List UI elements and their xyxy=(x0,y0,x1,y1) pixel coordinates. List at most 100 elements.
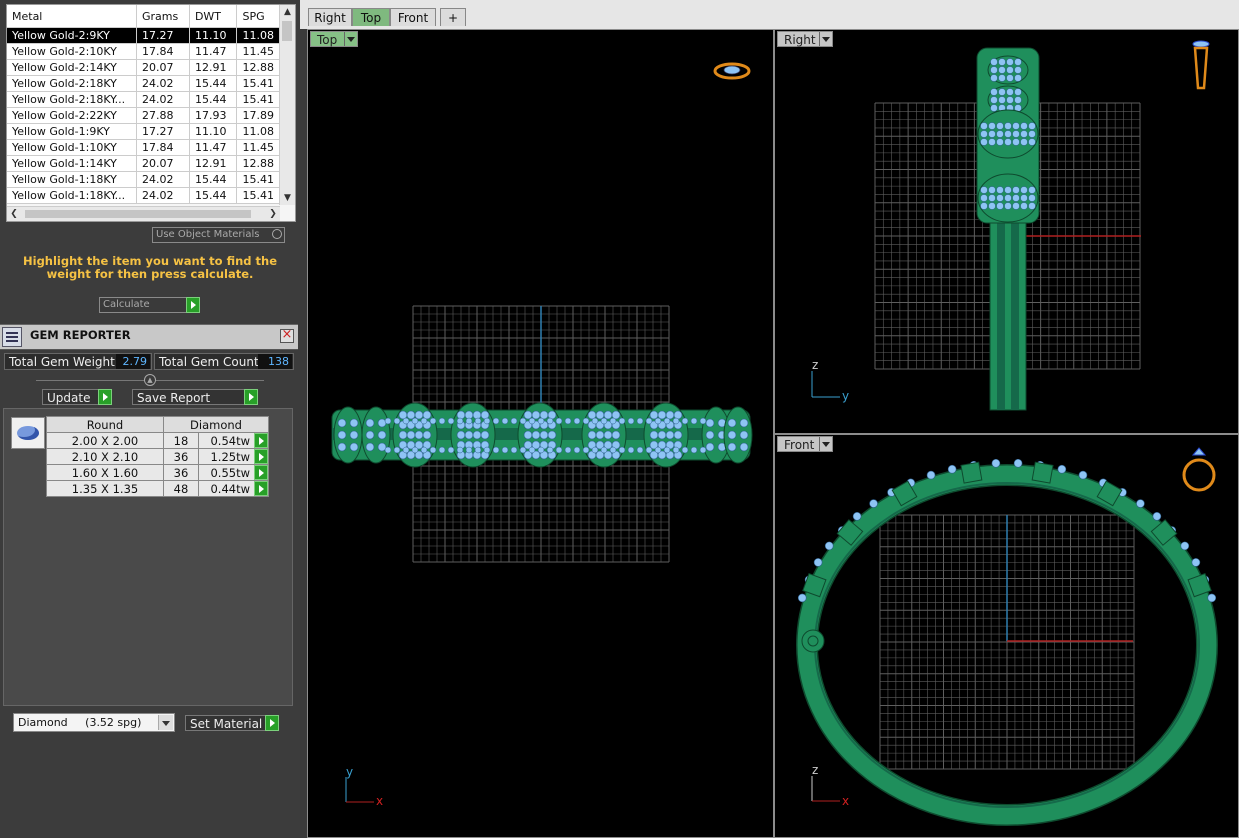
gem-weight-cell[interactable]: 0.55tw xyxy=(198,464,269,481)
horizontal-scrollbar[interactable]: ❮ ❯ xyxy=(7,206,280,221)
hscroll-thumb[interactable] xyxy=(25,210,251,218)
slider-handle[interactable]: ▲ xyxy=(144,374,156,386)
chevron-down-icon[interactable] xyxy=(344,32,357,46)
chevron-down-icon[interactable] xyxy=(158,715,173,730)
table-row[interactable]: Yellow Gold-2:10KY 17.84 11.47 11.45 xyxy=(7,43,280,60)
grams-cell: 17.84 xyxy=(136,139,190,156)
table-row[interactable]: Yellow Gold-2:22KY 27.88 17.93 17.89 xyxy=(7,107,280,124)
col-dwt[interactable]: DWT xyxy=(189,5,238,28)
front-view-canvas: z x xyxy=(796,447,1218,826)
metal-name-cell: Yellow Gold-1:14KY xyxy=(7,155,137,172)
gem-weight-cell[interactable]: 1.25tw xyxy=(198,448,269,465)
scroll-right-icon[interactable]: ❯ xyxy=(266,207,280,221)
report-icon xyxy=(2,327,22,347)
grams-cell: 24.02 xyxy=(136,187,190,204)
material-select-value: Diamond (3.52 spg) xyxy=(18,716,142,729)
total-gem-weight-value: 2.79 xyxy=(116,354,150,369)
play-arrow-icon[interactable] xyxy=(254,433,268,448)
save-report-label: Save Report xyxy=(137,391,211,405)
scroll-thumb[interactable] xyxy=(282,21,292,41)
grams-cell: 20.07 xyxy=(136,155,190,172)
gem-row[interactable]: 1.60 X 1.60 36 0.55tw xyxy=(46,464,269,481)
viewport-right[interactable]: z y Right xyxy=(774,29,1239,434)
metal-weight-table[interactable]: Metal Grams DWT SPG Yellow Gold-2:9KY 17.… xyxy=(6,4,296,222)
total-gem-count-label: Total Gem Count xyxy=(159,355,259,369)
axis-indicator xyxy=(811,371,840,398)
gem-row[interactable]: 2.00 X 2.00 18 0.54tw xyxy=(46,432,269,449)
play-arrow-icon[interactable] xyxy=(254,449,268,464)
gem-size-cell: 2.10 X 2.10 xyxy=(46,448,164,465)
spg-cell: 11.08 xyxy=(236,123,280,140)
dwt-cell: 15.44 xyxy=(189,75,238,92)
set-material-label: Set Material xyxy=(190,717,263,731)
col-spg[interactable]: SPG xyxy=(236,5,280,28)
gem-reporter-title: GEM REPORTER xyxy=(30,328,131,342)
update-button[interactable]: Update xyxy=(42,389,112,405)
use-object-materials-toggle[interactable]: Use Object Materials xyxy=(152,227,285,243)
gem-weight-value: 0.54tw xyxy=(210,433,250,448)
chevron-down-icon[interactable] xyxy=(819,32,832,46)
spg-cell: 12.88 xyxy=(236,59,280,76)
viewport-label-right[interactable]: Right xyxy=(777,31,833,47)
calculate-button[interactable]: Calculate xyxy=(99,297,200,313)
gem-weight-value: 0.55tw xyxy=(210,465,250,480)
table-row[interactable]: Yellow Gold-2:9KY 17.27 11.10 11.08 xyxy=(7,27,280,44)
tab-top[interactable]: Top xyxy=(352,8,390,26)
gem-stone-header: Diamond xyxy=(163,416,269,433)
table-row[interactable]: Yellow Gold-1:9KY 17.27 11.10 11.08 xyxy=(7,123,280,140)
play-arrow-icon xyxy=(98,389,112,405)
play-arrow-icon[interactable] xyxy=(254,465,268,480)
col-grams[interactable]: Grams xyxy=(136,5,190,28)
total-gem-weight-label: Total Gem Weight xyxy=(9,355,115,369)
left-panel: Metal Grams DWT SPG Yellow Gold-2:9KY 17.… xyxy=(0,0,300,838)
save-report-button[interactable]: Save Report xyxy=(132,389,258,405)
radio-knob-icon xyxy=(272,229,282,239)
col-metal[interactable]: Metal xyxy=(7,5,137,28)
play-arrow-icon xyxy=(186,297,200,313)
viewport-label-front[interactable]: Front xyxy=(777,436,833,452)
play-arrow-icon[interactable] xyxy=(254,481,268,496)
ring-front-preview-icon xyxy=(1182,447,1216,492)
tab-right[interactable]: Right xyxy=(308,8,352,26)
spg-cell: 11.08 xyxy=(236,27,280,44)
chevron-down-icon[interactable] xyxy=(819,437,832,451)
use-object-materials-label: Use Object Materials xyxy=(156,229,260,240)
viewport-label-text: Front xyxy=(784,438,815,452)
metal-name-cell: Yellow Gold-2:18KY... xyxy=(7,91,137,108)
table-row[interactable]: Yellow Gold-2:14KY 20.07 12.91 12.88 xyxy=(7,59,280,76)
total-gem-count-value: 138 xyxy=(258,354,292,369)
close-icon[interactable]: × xyxy=(280,328,294,343)
table-row[interactable]: Yellow Gold-1:18KY 24.02 15.44 15.41 xyxy=(7,171,280,188)
gem-weight-cell[interactable]: 0.44tw xyxy=(198,480,269,497)
viewport-top[interactable]: y x Top xyxy=(307,29,774,838)
viewport-label-text: Top xyxy=(317,33,338,47)
gem-row[interactable]: 1.35 X 1.35 48 0.44tw xyxy=(46,480,269,497)
vertical-scrollbar[interactable]: ▲ ▼ xyxy=(279,5,295,205)
update-label: Update xyxy=(47,391,91,405)
table-row[interactable]: Yellow Gold-2:18KY 24.02 15.44 15.41 xyxy=(7,75,280,92)
gem-count-cell: 36 xyxy=(163,464,199,481)
material-select[interactable]: Diamond (3.52 spg) xyxy=(13,713,175,732)
gem-row[interactable]: 2.10 X 2.10 36 1.25tw xyxy=(46,448,269,465)
metal-name-cell: Yellow Gold-1:18KY xyxy=(7,171,137,188)
scroll-left-icon[interactable]: ❮ xyxy=(7,207,21,221)
viewport-front[interactable]: z x Front xyxy=(774,434,1239,838)
grams-cell: 27.88 xyxy=(136,107,190,124)
viewport-label-top[interactable]: Top xyxy=(310,31,358,47)
metal-name-cell: Yellow Gold-2:22KY xyxy=(7,107,137,124)
table-row[interactable]: Yellow Gold-1:18KY... 24.02 15.44 15.41 xyxy=(7,187,280,204)
metal-table-grid: Metal Grams DWT SPG Yellow Gold-2:9KY 17.… xyxy=(7,5,280,204)
add-tab-icon[interactable]: + xyxy=(440,8,466,26)
table-row[interactable]: Yellow Gold-2:18KY... 24.02 15.44 15.41 xyxy=(7,91,280,108)
spg-cell: 11.45 xyxy=(236,43,280,60)
round-diamond-icon[interactable] xyxy=(11,417,45,449)
table-row[interactable]: Yellow Gold-1:10KY 17.84 11.47 11.45 xyxy=(7,139,280,156)
tab-front[interactable]: Front xyxy=(390,8,436,26)
axis-z-label: z xyxy=(812,763,818,777)
scroll-down-icon[interactable]: ▼ xyxy=(280,191,295,205)
table-row[interactable]: Yellow Gold-1:14KY 20.07 12.91 12.88 xyxy=(7,155,280,172)
viewport-label-text: Right xyxy=(784,33,816,47)
set-material-button[interactable]: Set Material xyxy=(185,715,279,731)
scroll-up-icon[interactable]: ▲ xyxy=(280,5,295,19)
gem-weight-cell[interactable]: 0.54tw xyxy=(198,432,269,449)
